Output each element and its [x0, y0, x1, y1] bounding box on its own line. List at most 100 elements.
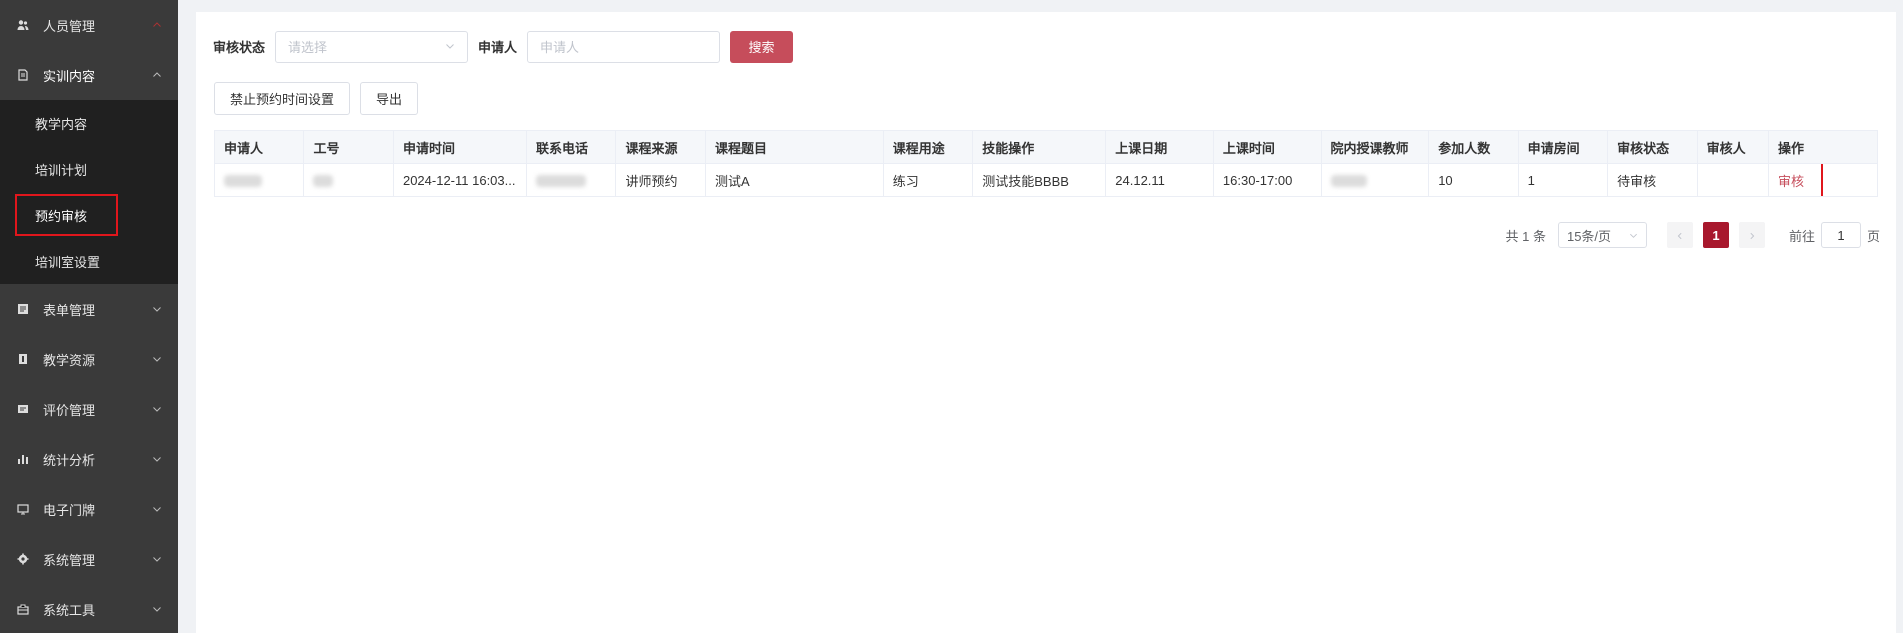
menu-item-evaluation[interactable]: 评价管理 [0, 384, 178, 434]
chevron-down-icon [152, 404, 162, 414]
column-header: 工号 [303, 130, 394, 164]
column-header: 申请房间 [1517, 130, 1609, 164]
cell-apply-time: 2024-12-11 16:03... [392, 163, 528, 197]
column-header: 申请人 [213, 130, 305, 164]
menu-item-training-content[interactable]: 实训内容 [0, 50, 178, 100]
menu-item-label: 评价管理 [43, 402, 96, 418]
redacted-value [224, 175, 262, 188]
table-header-row: 申请人 工号 申请时间 联系电话 课程来源 课程题目 课程用途 技能操作 上课日… [213, 130, 1879, 164]
menu-item-label: 教学资源 [43, 352, 96, 368]
cell-operation: 审核 [1767, 163, 1879, 197]
sidebar-item-booking-review[interactable]: 预约审核 [0, 192, 178, 238]
sidebar-item-label: 培训计划 [35, 162, 88, 178]
column-header: 参加人数 [1428, 130, 1519, 164]
menu-item-forms[interactable]: 表单管理 [0, 284, 178, 334]
cell-teacher [1320, 163, 1430, 197]
cell-skill: 测试技能BBBB [972, 163, 1107, 197]
next-page-button[interactable] [1738, 222, 1765, 248]
bar-chart-icon [17, 453, 29, 465]
column-header: 技能操作 [972, 130, 1107, 164]
prev-page-button[interactable] [1666, 222, 1693, 248]
sidebar-item-label: 培训室设置 [35, 254, 101, 270]
sidebar: 人员管理 实训内容 教学内容 培训计划 预约审核 培训室设置 表单管理 教学资源… [0, 0, 178, 633]
cell-date: 24.12.11 [1105, 163, 1214, 197]
redacted-value [313, 175, 334, 188]
column-header: 课程来源 [615, 130, 706, 164]
pagination: 共 1 条 15条/页 1 前往 1 页 [1505, 222, 1880, 248]
menu-item-system-management[interactable]: 系统管理 [0, 534, 178, 584]
redacted-value [536, 175, 586, 188]
column-header: 课程用途 [882, 130, 974, 164]
menu-item-statistics[interactable]: 统计分析 [0, 434, 178, 484]
menu-item-e-doorplate[interactable]: 电子门牌 [0, 484, 178, 534]
applicant-input[interactable]: 申请人 [527, 30, 721, 63]
menu-item-resources[interactable]: 教学资源 [0, 334, 178, 384]
column-header: 院内授课教师 [1320, 130, 1430, 164]
page-suffix: 页 [1866, 228, 1880, 244]
users-icon [17, 19, 29, 31]
search-button[interactable]: 搜索 [730, 30, 794, 63]
menu-item-system-tools[interactable]: 系统工具 [0, 584, 178, 633]
menu-item-personnel[interactable]: 人员管理 [0, 0, 178, 50]
cell-title: 测试A [704, 163, 884, 197]
status-filter-label: 审核状态 [213, 40, 266, 55]
review-link[interactable]: 审核 [1778, 174, 1804, 189]
cell-count: 10 [1428, 163, 1519, 197]
chevron-down-icon [152, 354, 162, 364]
cell-source: 讲师预约 [615, 163, 706, 197]
goto-page-input[interactable]: 1 [1820, 222, 1861, 248]
sidebar-item-label: 预约审核 [35, 208, 88, 224]
action-bar: 禁止预约时间设置 导出 [214, 82, 428, 115]
cell-applicant [213, 163, 305, 197]
chevron-left-icon [1676, 228, 1684, 243]
menu-item-label: 统计分析 [43, 452, 96, 468]
column-header: 上课时间 [1212, 130, 1322, 164]
chevron-right-icon [1748, 228, 1756, 243]
chevron-down-icon [152, 604, 162, 614]
toolbox-icon [17, 603, 29, 615]
pagination-total: 共 1 条 [1505, 228, 1546, 244]
page-size-select[interactable]: 15条/页 [1557, 222, 1647, 248]
cell-time: 16:30-17:00 [1212, 163, 1322, 197]
chevron-down-icon [152, 504, 162, 514]
column-header: 申请时间 [392, 130, 528, 164]
sidebar-item-label: 教学内容 [35, 116, 88, 132]
disable-booking-time-button[interactable]: 禁止预约时间设置 [214, 82, 351, 115]
file-icon [17, 69, 29, 81]
cell-status: 待审核 [1607, 163, 1698, 197]
menu-item-label: 系统管理 [43, 552, 96, 568]
filter-bar: 审核状态 请选择 申请人 申请人 搜索 [213, 30, 794, 63]
chevron-up-icon [152, 20, 162, 30]
menu-item-label: 实训内容 [43, 68, 96, 84]
content-panel: 审核状态 请选择 申请人 申请人 搜索 禁止预约时间设置 导出 申请人 工号 申… [196, 12, 1896, 633]
applicant-input-placeholder: 申请人 [540, 40, 580, 55]
status-select[interactable]: 请选择 [275, 30, 469, 63]
book-icon [17, 353, 29, 365]
gear-icon [17, 553, 29, 565]
cell-room: 1 [1517, 163, 1609, 197]
cell-job-no [303, 163, 394, 197]
review-icon [17, 403, 29, 415]
export-button[interactable]: 导出 [360, 82, 419, 115]
booking-table: 申请人 工号 申请时间 联系电话 课程来源 课程题目 课程用途 技能操作 上课日… [213, 130, 1879, 197]
monitor-icon [17, 503, 29, 515]
menu-item-label: 人员管理 [43, 18, 96, 34]
column-header: 审核状态 [1607, 130, 1698, 164]
sidebar-item-teaching-content[interactable]: 教学内容 [0, 100, 178, 146]
table-row: 2024-12-11 16:03... 讲师预约 测试A 练习 测试技能BBBB… [213, 163, 1879, 197]
sidebar-item-room-settings[interactable]: 培训室设置 [0, 238, 178, 284]
status-select-placeholder: 请选择 [288, 40, 328, 55]
menu-item-label: 系统工具 [43, 602, 96, 618]
page-number-button[interactable]: 1 [1702, 222, 1729, 248]
sidebar-item-training-plan[interactable]: 培训计划 [0, 146, 178, 192]
goto-label: 前往 [1788, 228, 1815, 244]
menu-item-label: 表单管理 [43, 302, 96, 318]
cell-reviewer [1696, 163, 1769, 197]
chevron-down-icon [1629, 228, 1638, 243]
column-header: 审核人 [1696, 130, 1769, 164]
form-icon [17, 303, 29, 315]
chevron-up-icon [152, 70, 162, 80]
redacted-value [1330, 175, 1367, 188]
chevron-down-icon [445, 39, 455, 54]
submenu-training-content: 教学内容 培训计划 预约审核 培训室设置 [0, 100, 178, 284]
